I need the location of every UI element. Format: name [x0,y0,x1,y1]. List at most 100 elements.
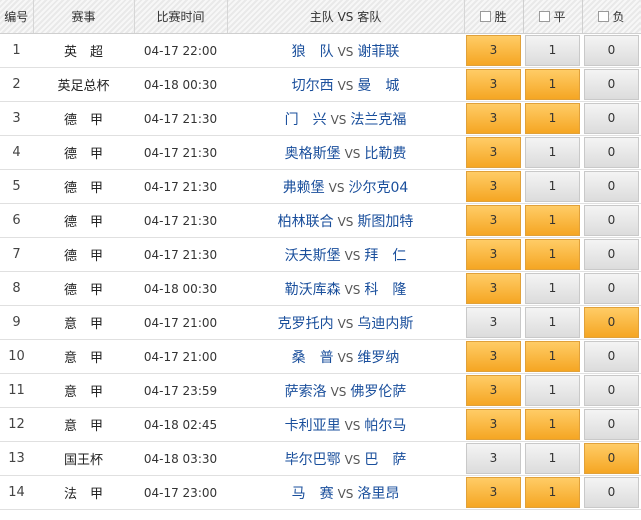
lose-option[interactable]: 0 [584,103,639,134]
lose-option[interactable]: 0 [584,307,639,338]
away-team[interactable]: 法兰克福 [350,112,406,128]
header-win[interactable]: 胜 [464,0,524,34]
draw-option[interactable]: 1 [525,477,580,508]
match-number: 4 [0,135,33,170]
win-option[interactable]: 3 [466,103,521,134]
home-team[interactable]: 狼 队 [292,44,334,60]
header-lose[interactable]: 负 [582,0,641,34]
table-row: 10 意 甲 04-17 21:00 桑 普 VS 维罗纳 3 1 0 [0,339,641,374]
draw-option[interactable]: 1 [525,137,580,168]
home-team[interactable]: 马 赛 [292,486,334,502]
draw-option[interactable]: 1 [525,35,580,66]
home-team[interactable]: 门 兴 [285,112,327,128]
away-team[interactable]: 谢菲联 [357,44,399,60]
win-cell: 3 [464,305,523,340]
away-team[interactable]: 乌迪内斯 [357,316,413,332]
match-teams: 门 兴 VS 法兰克福 [227,101,464,136]
draw-option[interactable]: 1 [525,69,580,100]
away-team[interactable]: 帕尔马 [364,418,406,434]
win-all-checkbox[interactable] [480,11,492,22]
win-option[interactable]: 3 [466,307,521,338]
home-team[interactable]: 沃夫斯堡 [285,248,341,264]
draw-all-checkbox[interactable] [539,11,551,22]
lose-option[interactable]: 0 [584,69,639,100]
header-num: 编号 [0,0,34,34]
lose-all-checkbox[interactable] [598,11,610,22]
away-team[interactable]: 比勒费 [364,146,406,162]
lose-option[interactable]: 0 [584,409,639,440]
home-team[interactable]: 柏林联合 [278,214,334,230]
win-option[interactable]: 3 [466,443,521,474]
draw-option[interactable]: 1 [525,409,580,440]
lose-cell: 0 [582,101,641,136]
win-option[interactable]: 3 [466,137,521,168]
lose-option[interactable]: 0 [584,35,639,66]
table-row: 11 意 甲 04-17 23:59 萨索洛 VS 佛罗伦萨 3 1 0 [0,373,641,408]
draw-option[interactable]: 1 [525,171,580,202]
win-option[interactable]: 3 [466,171,521,202]
league-name: 法 甲 [33,475,134,510]
home-team[interactable]: 克罗托内 [278,316,334,332]
lose-option[interactable]: 0 [584,137,639,168]
draw-option[interactable]: 1 [525,239,580,270]
away-team[interactable]: 曼 城 [357,78,399,94]
lose-option[interactable]: 0 [584,205,639,236]
win-option[interactable]: 3 [466,69,521,100]
vs-label: VS [337,44,354,59]
draw-option[interactable]: 1 [525,307,580,338]
away-team[interactable]: 维罗纳 [357,350,399,366]
win-option[interactable]: 3 [466,341,521,372]
draw-option[interactable]: 1 [525,375,580,406]
win-option[interactable]: 3 [466,205,521,236]
home-team[interactable]: 奥格斯堡 [285,146,341,162]
away-team[interactable]: 科 隆 [364,282,406,298]
draw-cell: 1 [523,339,582,374]
win-option[interactable]: 3 [466,239,521,270]
lose-option[interactable]: 0 [584,239,639,270]
away-team[interactable]: 洛里昂 [357,486,399,502]
draw-option[interactable]: 1 [525,273,580,304]
away-team[interactable]: 巴 萨 [364,452,406,468]
home-team[interactable]: 弗赖堡 [283,180,325,196]
lose-cell: 0 [582,67,641,102]
home-team[interactable]: 萨索洛 [285,384,327,400]
home-team[interactable]: 切尔西 [292,78,334,94]
home-team[interactable]: 桑 普 [292,350,334,366]
lose-option[interactable]: 0 [584,443,639,474]
header-win-label: 胜 [494,10,507,24]
home-team[interactable]: 毕尔巴鄂 [285,452,341,468]
lose-cell: 0 [582,33,641,68]
away-team[interactable]: 拜 仁 [364,248,406,264]
win-option[interactable]: 3 [466,477,521,508]
lose-option[interactable]: 0 [584,171,639,202]
home-team[interactable]: 勒沃库森 [285,282,341,298]
lose-option[interactable]: 0 [584,341,639,372]
draw-cell: 1 [523,237,582,272]
draw-option[interactable]: 1 [525,103,580,134]
match-teams: 桑 普 VS 维罗纳 [227,339,464,374]
lose-option[interactable]: 0 [584,375,639,406]
draw-cell: 1 [523,305,582,340]
away-team[interactable]: 佛罗伦萨 [350,384,406,400]
draw-option[interactable]: 1 [525,205,580,236]
win-option[interactable]: 3 [466,273,521,304]
draw-option[interactable]: 1 [525,443,580,474]
win-option[interactable]: 3 [466,35,521,66]
league-name: 德 甲 [33,271,134,306]
match-number: 6 [0,203,33,238]
win-option[interactable]: 3 [466,409,521,440]
win-cell: 3 [464,237,523,272]
header-draw[interactable]: 平 [523,0,583,34]
win-option[interactable]: 3 [466,375,521,406]
match-time: 04-17 21:30 [134,101,227,136]
lose-option[interactable]: 0 [584,477,639,508]
vs-label: VS [344,282,361,297]
home-team[interactable]: 卡利亚里 [285,418,341,434]
match-teams: 沃夫斯堡 VS 拜 仁 [227,237,464,272]
draw-option[interactable]: 1 [525,341,580,372]
away-team[interactable]: 沙尔克04 [349,180,409,196]
lose-cell: 0 [582,407,641,442]
league-name: 意 甲 [33,407,134,442]
away-team[interactable]: 斯图加特 [357,214,413,230]
lose-option[interactable]: 0 [584,273,639,304]
